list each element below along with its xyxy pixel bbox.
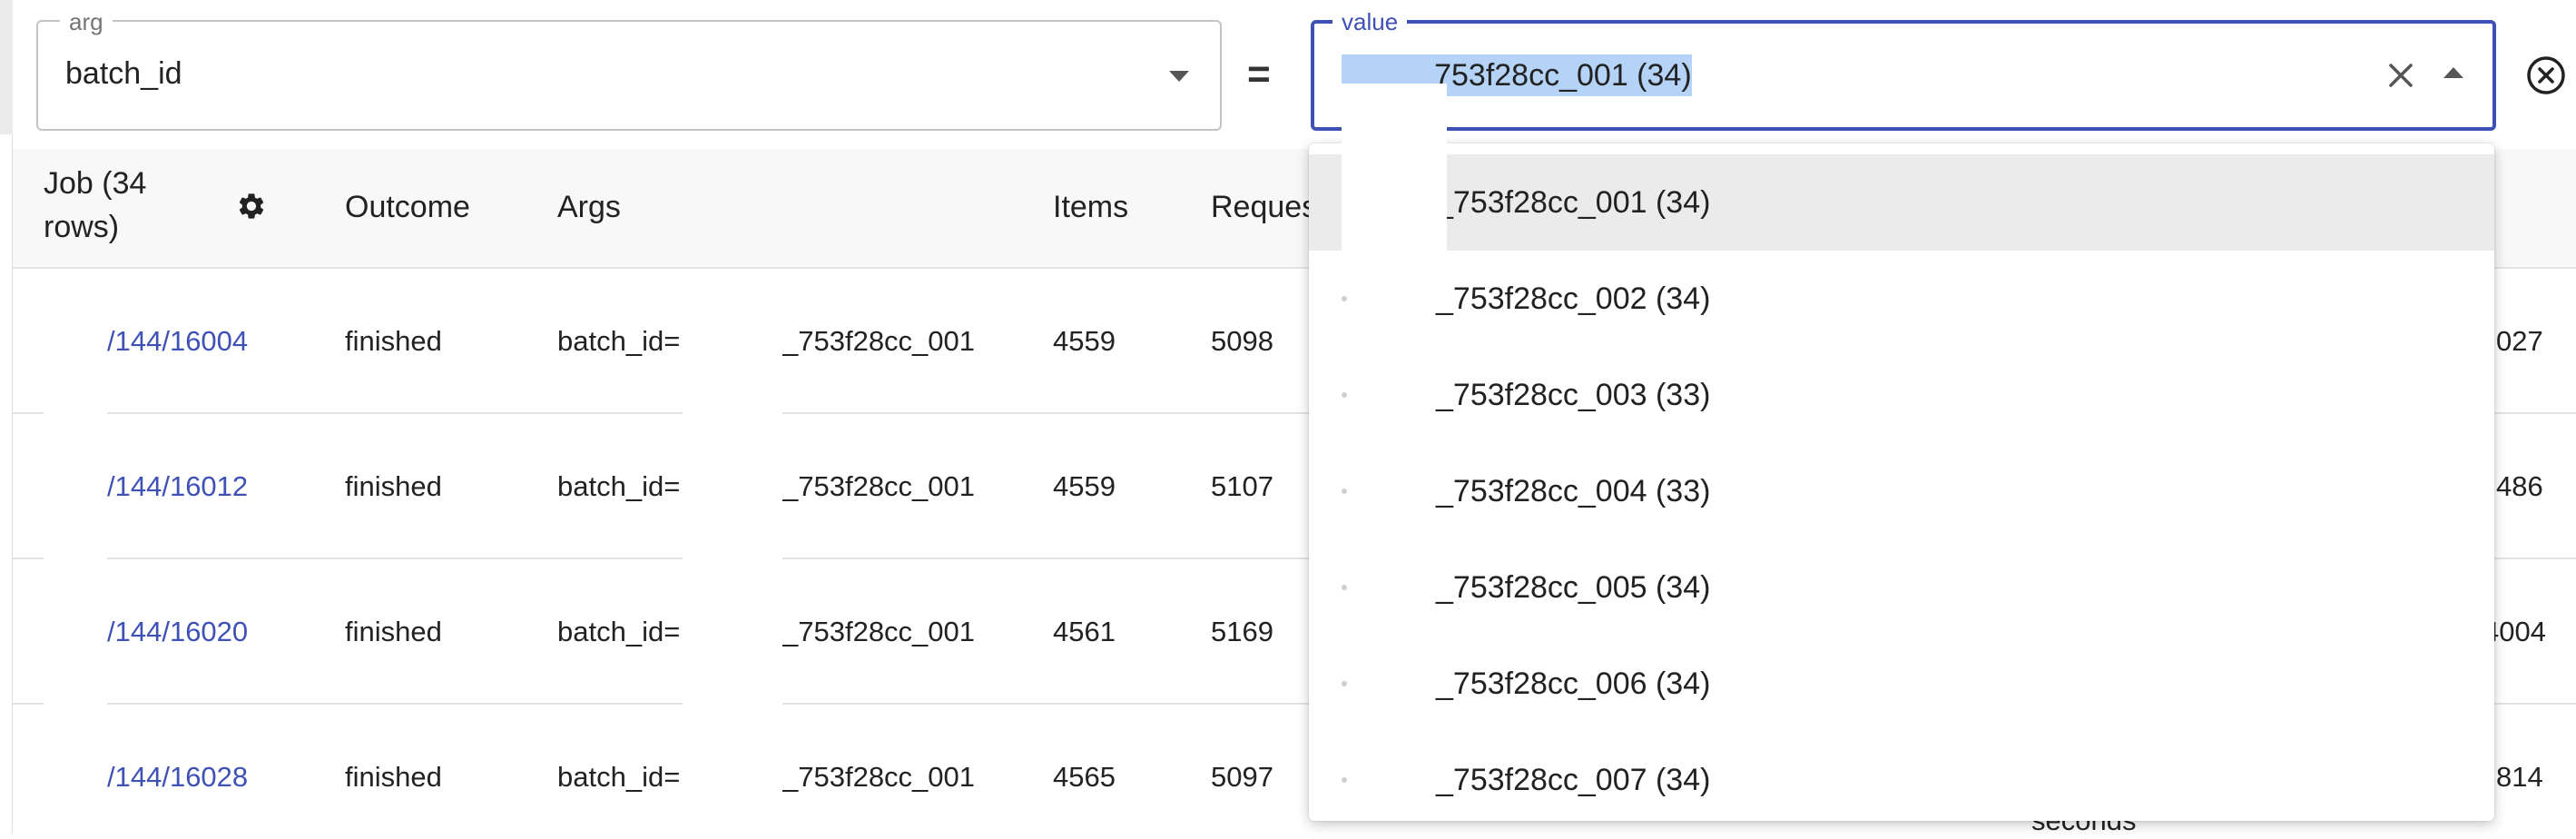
- chevron-down-icon[interactable]: [1169, 71, 1189, 82]
- requests-cell: 5107: [1211, 470, 1273, 502]
- job-link[interactable]: /144/16004: [107, 323, 248, 360]
- items-cell: 4559: [1053, 325, 1116, 357]
- redaction-box: [44, 287, 107, 834]
- column-header-requests[interactable]: Reques: [1211, 185, 1317, 229]
- truncated-cell: 027: [2496, 325, 2543, 357]
- gear-icon[interactable]: [236, 191, 267, 222]
- option-label: _753f28cc_007 (34): [1436, 763, 1711, 797]
- option-item[interactable]: _753f28cc_004 (33): [1309, 443, 2494, 539]
- option-marker: [1342, 585, 1347, 590]
- args-cell-suffix: _753f28cc_001: [782, 325, 976, 357]
- value-field-label: value: [1332, 9, 1408, 35]
- job-link[interactable]: /144/16028: [107, 759, 248, 795]
- arg-select[interactable]: arg batch_id: [36, 9, 1222, 131]
- column-header-outcome[interactable]: Outcome: [345, 185, 470, 229]
- option-item[interactable]: _753f28cc_001 (34): [1309, 154, 2494, 251]
- args-cell: batch_id=: [557, 616, 681, 647]
- truncated-cell: 486: [2496, 470, 2543, 502]
- outcome-cell: finished: [345, 616, 442, 647]
- outcome-cell: finished: [345, 761, 442, 793]
- requests-cell: 5169: [1211, 616, 1273, 647]
- operator-equals: =: [1247, 52, 1271, 96]
- args-cell-suffix: _753f28cc_001: [782, 470, 976, 502]
- redaction-box: [1342, 84, 1447, 252]
- left-scroll-edge: [0, 0, 13, 134]
- option-label: _753f28cc_003 (33): [1436, 378, 1711, 412]
- job-link[interactable]: /144/16012: [107, 469, 248, 505]
- option-item[interactable]: _753f28cc_003 (33): [1309, 347, 2494, 443]
- outcome-cell: finished: [345, 325, 442, 357]
- option-item[interactable]: _753f28cc_006 (34): [1309, 636, 2494, 732]
- items-cell: 4565: [1053, 761, 1116, 793]
- option-label: _753f28cc_006 (34): [1436, 666, 1711, 701]
- option-marker: [1342, 777, 1347, 783]
- args-cell: batch_id=: [557, 325, 681, 357]
- items-cell: 4561: [1053, 616, 1116, 647]
- requests-cell: 5097: [1211, 761, 1273, 793]
- args-cell-suffix: _753f28cc_001: [782, 616, 976, 647]
- args-cell-suffix: _753f28cc_001: [782, 761, 976, 793]
- column-header-items[interactable]: Items: [1053, 185, 1128, 229]
- chevron-up-icon[interactable]: [2443, 67, 2463, 78]
- arg-field-value: batch_id: [65, 56, 182, 91]
- truncated-cell: 814: [2496, 761, 2543, 793]
- option-label: _753f28cc_001 (34): [1436, 185, 1711, 220]
- option-marker: [1342, 296, 1347, 301]
- option-item[interactable]: _753f28cc_005 (34): [1309, 539, 2494, 636]
- items-cell: 4559: [1053, 470, 1116, 502]
- column-header-job[interactable]: Job (34 rows): [44, 162, 216, 249]
- option-item[interactable]: _753f28cc_007 (34): [1309, 732, 2494, 821]
- redaction-box: [683, 287, 782, 834]
- requests-cell: 5098: [1211, 325, 1273, 357]
- value-autocomplete[interactable]: value batch_753f28cc_001 (34): [1311, 9, 2496, 131]
- outcome-cell: finished: [345, 470, 442, 502]
- option-marker: [1342, 681, 1347, 686]
- close-icon[interactable]: [2384, 58, 2418, 93]
- option-item[interactable]: _753f28cc_002 (34): [1309, 251, 2494, 347]
- option-label: _753f28cc_004 (33): [1436, 474, 1711, 508]
- option-label: _753f28cc_005 (34): [1436, 570, 1711, 605]
- args-cell: batch_id=: [557, 470, 681, 502]
- args-cell: batch_id=: [557, 761, 681, 793]
- column-header-args[interactable]: Args: [557, 185, 621, 229]
- job-link[interactable]: /144/16020: [107, 614, 248, 650]
- option-label: _753f28cc_002 (34): [1436, 281, 1711, 316]
- circle-close-icon[interactable]: [2525, 54, 2567, 96]
- arg-field-label: arg: [60, 9, 113, 35]
- value-field-text: _753f28cc_001 (34): [1417, 58, 1692, 93]
- option-marker: [1342, 392, 1347, 398]
- option-marker: [1342, 489, 1347, 494]
- value-options-listbox: _753f28cc_001 (34) _753f28cc_002 (34) _7…: [1309, 143, 2494, 821]
